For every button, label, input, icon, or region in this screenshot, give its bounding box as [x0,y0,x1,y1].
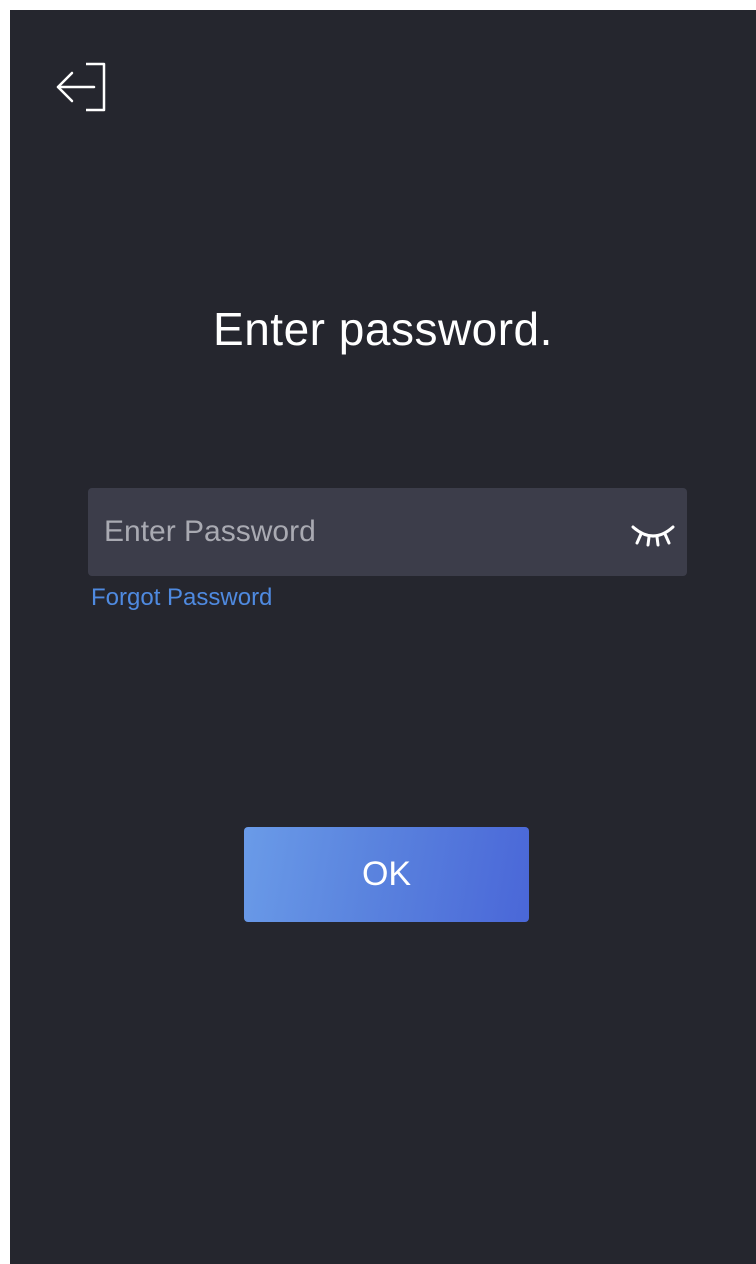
forgot-password-link[interactable]: Forgot Password [91,584,272,612]
show-password-toggle[interactable] [629,515,677,549]
exit-button[interactable] [52,54,118,120]
password-screen: Enter password. Forgot Password OK [10,10,756,1264]
password-input[interactable] [104,488,604,576]
eye-closed-icon [631,525,675,547]
ok-button[interactable]: OK [244,827,529,922]
exit-arrow-icon [56,62,106,112]
password-field [88,488,687,576]
page-title: Enter password. [213,303,553,355]
